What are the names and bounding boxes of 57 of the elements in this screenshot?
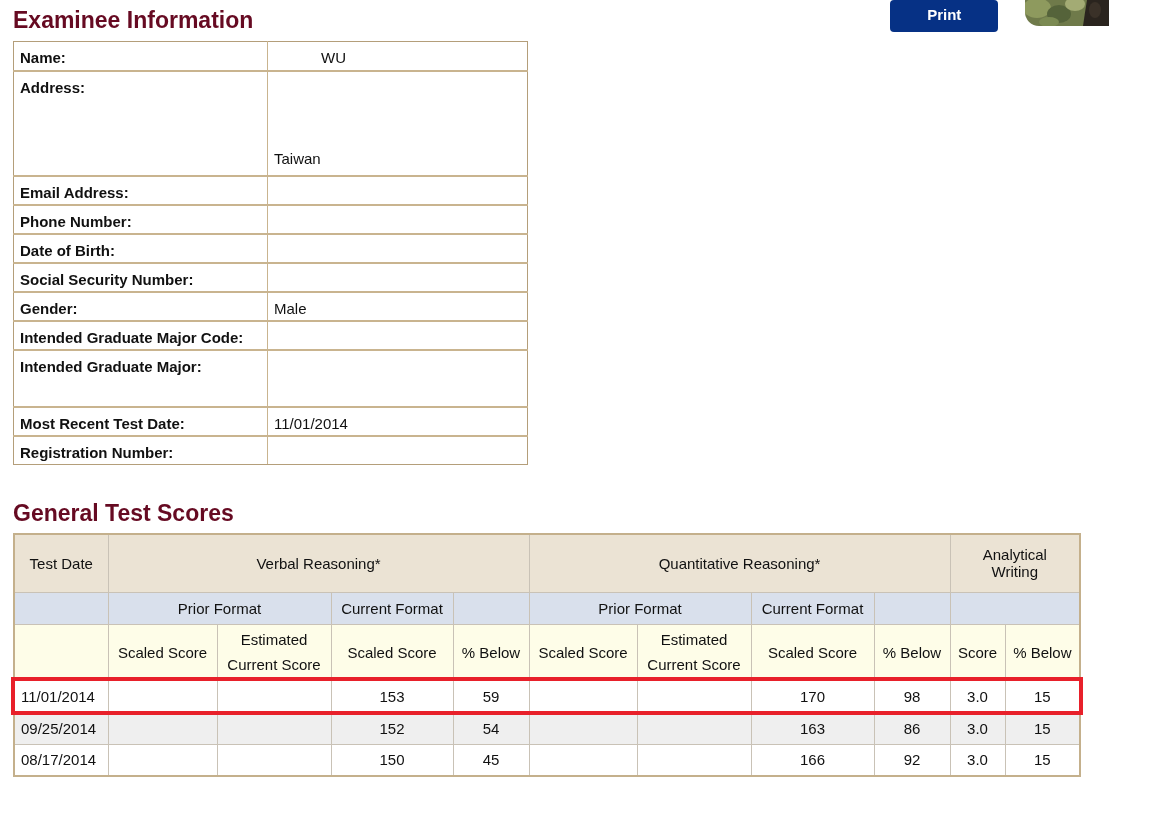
column-header: Verbal Reasoning* xyxy=(108,534,529,592)
column-header: Test Date xyxy=(14,534,108,592)
field-value: WU xyxy=(321,49,346,66)
field-label: Most Recent Test Date: xyxy=(13,406,268,436)
table-cell: 170 xyxy=(800,687,826,705)
field-label: Social Security Number: xyxy=(13,262,268,292)
field-label: Name: xyxy=(13,41,268,71)
column-header: Scaled Score xyxy=(347,643,437,661)
table-cell: 09/25/2014 xyxy=(21,719,97,737)
column-header: Estimated Current Score xyxy=(227,631,321,673)
field-label: Address: xyxy=(13,70,268,176)
column-header: Scaled Score xyxy=(117,643,208,661)
field-label: Email Address: xyxy=(13,175,268,205)
field-value: Taiwan xyxy=(274,149,321,167)
table-cell: 3.0 xyxy=(967,719,988,737)
field-label: Registration Number: xyxy=(13,435,268,465)
column-header: Quantitative Reasoning* xyxy=(529,534,951,592)
table-cell: 15 xyxy=(1033,751,1051,769)
column-header: % Below xyxy=(461,643,521,661)
column-header: Scaled Score xyxy=(538,643,628,661)
field-value: Male xyxy=(274,299,307,317)
table-cell: 86 xyxy=(903,719,921,737)
field-label: Phone Number: xyxy=(13,204,268,234)
section-heading: General Test Scores xyxy=(13,499,235,527)
table-cell: 153 xyxy=(379,687,405,705)
column-header: Prior Format xyxy=(108,592,331,624)
table-cell: 152 xyxy=(379,719,405,737)
table-cell: 08/17/2014 xyxy=(21,751,97,769)
field-label: Gender: xyxy=(13,291,268,321)
column-header: Scaled Score xyxy=(767,643,858,661)
print-button[interactable]: Print xyxy=(890,0,999,32)
table-cell: 15 xyxy=(1033,687,1051,705)
table-cell: 11/01/2014 xyxy=(21,687,95,705)
table-cell: 150 xyxy=(379,751,405,769)
field-value: 11/01/2014 xyxy=(274,414,348,432)
field-label: Date of Birth: xyxy=(13,233,268,263)
table-cell: 59 xyxy=(482,687,500,705)
column-header: Prior Format xyxy=(529,592,751,624)
column-header: Score xyxy=(957,643,998,661)
table-cell: 54 xyxy=(482,719,500,737)
table-cell: 15 xyxy=(1033,719,1051,737)
column-header: Current Format xyxy=(751,592,874,624)
column-header: % Below xyxy=(1013,643,1072,661)
table-cell: 98 xyxy=(903,687,921,705)
table-cell: 92 xyxy=(903,751,921,769)
column-header: Analytical Writing xyxy=(950,534,1081,592)
table-cell: 45 xyxy=(482,751,500,769)
field-label: Intended Graduate Major Code: xyxy=(13,320,268,350)
table-cell: 163 xyxy=(800,719,826,737)
table-cell: 3.0 xyxy=(967,687,988,705)
table-cell: 3.0 xyxy=(967,751,988,769)
section-heading: Examinee Information xyxy=(13,6,254,34)
table-cell: 166 xyxy=(800,751,826,769)
column-header: % Below xyxy=(882,643,942,661)
column-header: Estimated Current Score xyxy=(647,631,741,673)
column-header: Current Format xyxy=(331,592,453,624)
field-label: Intended Graduate Major: xyxy=(13,349,268,407)
